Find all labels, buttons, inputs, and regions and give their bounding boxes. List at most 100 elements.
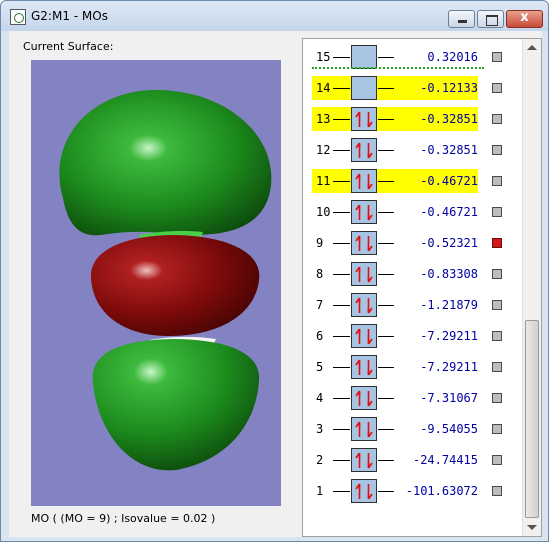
orbital-level-box[interactable]: [351, 200, 377, 224]
mo-energy-list[interactable]: 15 0.32016 14 -0.12133 13 -0.32851 12 -0.32851 1…: [302, 38, 542, 537]
level-line-right: [378, 243, 394, 244]
scroll-up-arrow-icon[interactable]: [527, 45, 537, 50]
mo-row[interactable]: 8 -0.83308: [308, 262, 478, 286]
mo-visible-marker[interactable]: [492, 145, 502, 155]
mo-row[interactable]: 9 -0.52321: [308, 231, 478, 255]
level-line-right: [378, 429, 394, 430]
orbital-level-box[interactable]: [351, 386, 377, 410]
level-line-right: [378, 119, 394, 120]
mo-energy-value: -0.52321: [420, 236, 478, 250]
orbital-level-box[interactable]: [351, 107, 377, 131]
orbital-level-box[interactable]: [351, 417, 377, 441]
mo-number: 7: [316, 298, 324, 312]
mo-energy-value: -7.29211: [420, 360, 478, 374]
orbital-level-box[interactable]: [351, 293, 377, 317]
mo-row[interactable]: 2 -24.74415: [308, 448, 478, 472]
scroll-down-arrow-icon[interactable]: [527, 525, 537, 530]
mo-visible-marker[interactable]: [492, 362, 502, 372]
orbital-level-box[interactable]: [351, 231, 377, 255]
mo-energy-value: -24.74415: [412, 453, 478, 467]
mo-visible-marker-active[interactable]: [492, 238, 502, 248]
mo-energy-value: 0.32016: [427, 50, 478, 64]
maximize-button[interactable]: [477, 10, 504, 28]
mo-row[interactable]: 5 -7.29211: [308, 355, 478, 379]
minimize-button[interactable]: [448, 10, 475, 28]
mo-row[interactable]: 14 -0.12133: [308, 76, 478, 100]
mo-visible-marker[interactable]: [492, 83, 502, 93]
spin-up-arrow-icon: [355, 204, 364, 221]
surface-3d-view[interactable]: [31, 60, 281, 506]
mo-visible-marker[interactable]: [492, 114, 502, 124]
level-line-right: [378, 274, 394, 275]
orbital-level-box[interactable]: [351, 262, 377, 286]
mo-number: 5: [316, 360, 324, 374]
window-client-area: Current Surface: MO ((MO = 9) ; Isovalu…: [9, 31, 542, 537]
spin-up-arrow-icon: [355, 390, 364, 407]
mo-row[interactable]: 6 -7.29211: [308, 324, 478, 348]
mo-visible-marker[interactable]: [492, 393, 502, 403]
orbital-surface-render: [59, 90, 272, 471]
close-button[interactable]: x: [506, 10, 543, 28]
window-title: G2:M1 - MOs: [31, 9, 108, 23]
mo-row[interactable]: 1 -101.63072: [308, 479, 478, 503]
mo-visible-marker[interactable]: [492, 52, 502, 62]
mo-number: 2: [316, 453, 324, 467]
mo-row[interactable]: 10 -0.46721: [308, 200, 478, 224]
mo-visible-marker[interactable]: [492, 269, 502, 279]
spin-up-arrow-icon: [355, 142, 364, 159]
spin-up-arrow-icon: [355, 421, 364, 438]
level-line-left: [333, 212, 350, 213]
spin-up-arrow-icon: [355, 111, 364, 128]
level-line-right: [378, 57, 394, 58]
orbital-level-box[interactable]: [351, 324, 377, 348]
mo-row[interactable]: 3 -9.54055: [308, 417, 478, 441]
mo-energy-value: -0.12133: [420, 81, 478, 95]
mo-visible-marker[interactable]: [492, 331, 502, 341]
mo-number: 14: [316, 81, 331, 95]
mo-energy-value: -0.32851: [420, 143, 478, 157]
mo-row[interactable]: 12 -0.32851: [308, 138, 478, 162]
level-line-left: [333, 460, 350, 461]
scroll-thumb[interactable]: [525, 320, 539, 518]
mo-row[interactable]: 15 0.32016: [308, 45, 478, 69]
spin-down-arrow-icon: [364, 328, 373, 345]
spin-up-arrow-icon: [355, 483, 364, 500]
mo-visible-marker[interactable]: [492, 207, 502, 217]
orbital-level-box[interactable]: [351, 45, 377, 69]
orbital-level-box[interactable]: [351, 355, 377, 379]
spin-down-arrow-icon: [364, 204, 373, 221]
mo-row[interactable]: 13 -0.32851: [308, 107, 478, 131]
spin-up-arrow-icon: [355, 359, 364, 376]
gaussview-app-icon: [10, 9, 26, 25]
level-line-right: [378, 460, 394, 461]
mo-visible-marker[interactable]: [492, 486, 502, 496]
spin-down-arrow-icon: [364, 390, 373, 407]
mo-number: 12: [316, 143, 331, 157]
title-bar[interactable]: G2:M1 - MOs x: [1, 1, 548, 31]
mo-visible-marker[interactable]: [492, 176, 502, 186]
level-line-right: [378, 305, 394, 306]
level-line-right: [378, 398, 394, 399]
mo-row[interactable]: 4 -7.31067: [308, 386, 478, 410]
mo-number: 13: [316, 112, 331, 126]
mo-row[interactable]: 11 -0.46721: [308, 169, 478, 193]
spin-up-arrow-icon: [355, 266, 364, 283]
mo-number: 8: [316, 267, 324, 281]
spin-down-arrow-icon: [364, 173, 373, 190]
mo-visible-marker[interactable]: [492, 455, 502, 465]
level-line-left: [333, 88, 350, 89]
level-line-left: [333, 336, 350, 337]
orbital-level-box[interactable]: [351, 169, 377, 193]
orbital-level-box[interactable]: [351, 479, 377, 503]
level-line-left: [333, 491, 350, 492]
orbital-level-box[interactable]: [351, 138, 377, 162]
orbital-level-box[interactable]: [351, 448, 377, 472]
level-line-right: [378, 150, 394, 151]
orbital-level-box[interactable]: [351, 76, 377, 100]
mo-number: 4: [316, 391, 324, 405]
mo-visible-marker[interactable]: [492, 424, 502, 434]
mo-visible-marker[interactable]: [492, 300, 502, 310]
mo-row[interactable]: 7 -1.21879: [308, 293, 478, 317]
spin-down-arrow-icon: [364, 452, 373, 469]
vertical-scrollbar[interactable]: [522, 39, 541, 536]
